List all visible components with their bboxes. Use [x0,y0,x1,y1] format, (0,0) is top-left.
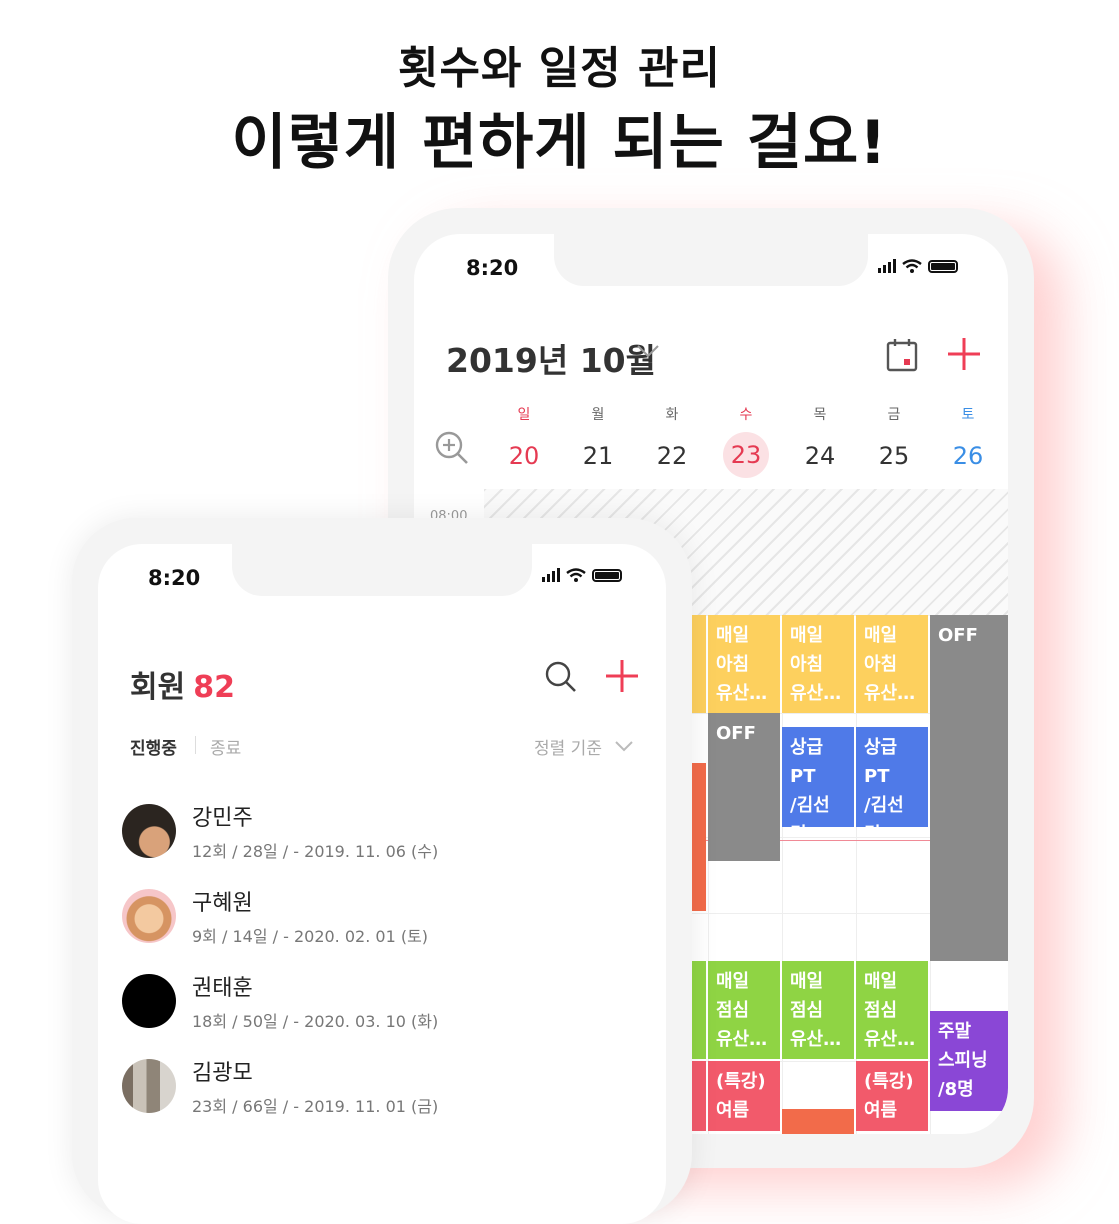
member-info: 9회 / 14일 / - 2020. 02. 01 (토) [192,927,429,946]
sort-dropdown[interactable]: 정렬 기준 [534,734,602,759]
event-block[interactable]: 매일 점심 유산… [856,961,928,1059]
member-name: 김광모 [192,1061,253,1086]
event-block[interactable]: (특강) 여름 [708,1061,780,1131]
day-column-thu[interactable]: 목 24 [790,404,850,476]
day-column-tue[interactable]: 화 22 [642,404,702,476]
date-label: 24 [804,442,836,470]
event-block[interactable]: 상급 PT /김선경 [856,727,928,827]
day-column-sun[interactable]: 일 20 [494,404,554,476]
event-block[interactable]: 매일 아침 유산… [782,615,854,713]
day-column-mon[interactable]: 월 21 [568,404,628,476]
phone-notch [554,234,868,286]
off-block[interactable]: OFF [708,713,780,861]
date-label: 26 [952,442,984,470]
signal-icon [878,259,896,273]
weekday-label: 목 [813,407,827,423]
event-block[interactable]: 주말 스피닝 /8명 [930,1011,1008,1111]
event-block[interactable]: 매일 아침 유산… [708,615,780,713]
member-name: 구혜원 [192,891,253,916]
event-block[interactable]: (특강) 여름 [856,1061,928,1131]
page-title: 회원 82 [130,662,235,706]
date-label: 20 [508,442,540,470]
date-label: 25 [878,442,910,470]
wifi-icon [902,259,922,273]
tab-ended[interactable]: 종료 [210,734,241,759]
day-column-fri[interactable]: 금 25 [864,404,924,476]
calendar-icon[interactable] [886,338,918,372]
event-block[interactable]: 매일 점심 유산… [782,961,854,1059]
search-icon[interactable] [544,660,578,694]
photo-avatar-icon [122,804,176,858]
member-row[interactable]: 김광모 23회 / 66일 / - 2019. 11. 01 (금) [122,1051,642,1131]
month-title[interactable]: 2019년 10월 [446,334,656,382]
status-icons [542,568,622,582]
member-name: 권태훈 [192,976,253,1001]
zoom-in-icon[interactable] [434,430,470,466]
status-time: 8:20 [466,256,519,280]
member-info: 23회 / 66일 / - 2019. 11. 01 (금) [192,1097,439,1116]
weekday-label: 월 [591,407,605,423]
weekday-label: 일 [517,407,531,423]
headline-line2: 이렇게 편하게 되는 걸요! [231,108,888,178]
tab-active[interactable]: 진행중 [130,734,177,759]
black-avatar-icon [122,974,176,1028]
dog-avatar-icon [122,889,176,943]
date-label: 22 [656,442,688,470]
date-label-today: 23 [723,432,769,478]
add-member-icon[interactable] [604,658,640,694]
battery-icon [592,568,622,582]
building-avatar-icon [122,1059,176,1113]
member-info: 18회 / 50일 / - 2020. 03. 10 (화) [192,1012,439,1031]
chevron-down-icon[interactable] [614,740,634,752]
member-count: 82 [193,670,235,705]
member-row[interactable]: 강민주 12회 / 28일 / - 2019. 11. 06 (수) [122,796,642,876]
event-block[interactable]: 상급 PT /김선경 [782,727,854,827]
battery-icon [928,259,958,273]
phone-notch [232,544,532,596]
signal-icon [542,568,560,582]
event-block[interactable]: 매일 아침 유산… [856,615,928,713]
member-screen: 8:20 회원 82 진행중 종료 정렬 기준 강민주 12회 / 28일 / -… [98,544,666,1224]
day-column-wed[interactable]: 수 23 [716,404,776,478]
tab-divider [195,736,196,754]
day-column-sat[interactable]: 토 26 [938,404,998,476]
wifi-icon [566,568,586,582]
event-block[interactable] [782,1109,854,1134]
weekday-label: 화 [665,407,679,423]
event-block[interactable]: 매일 점심 유산… [708,961,780,1059]
status-time: 8:20 [148,566,201,590]
member-row[interactable]: 권태훈 18회 / 50일 / - 2020. 03. 10 (화) [122,966,642,1046]
member-info: 12회 / 28일 / - 2019. 11. 06 (수) [192,842,439,861]
weekday-label: 토 [961,407,975,423]
member-name: 강민주 [192,806,253,831]
date-label: 21 [582,442,614,470]
headline-line1: 횟수와 일정 관리 [398,43,721,94]
title-label: 회원 [130,670,186,705]
status-icons [878,259,958,273]
member-phone: 8:20 회원 82 진행중 종료 정렬 기준 강민주 12회 / 28일 / -… [72,518,692,1224]
plus-icon[interactable] [946,336,982,372]
weekday-label: 수 [739,407,753,423]
off-block[interactable]: OFF [930,615,1008,961]
member-row[interactable]: 구혜원 9회 / 14일 / - 2020. 02. 01 (토) [122,881,642,961]
chevron-down-icon[interactable] [636,344,660,358]
weekday-label: 금 [887,407,901,423]
